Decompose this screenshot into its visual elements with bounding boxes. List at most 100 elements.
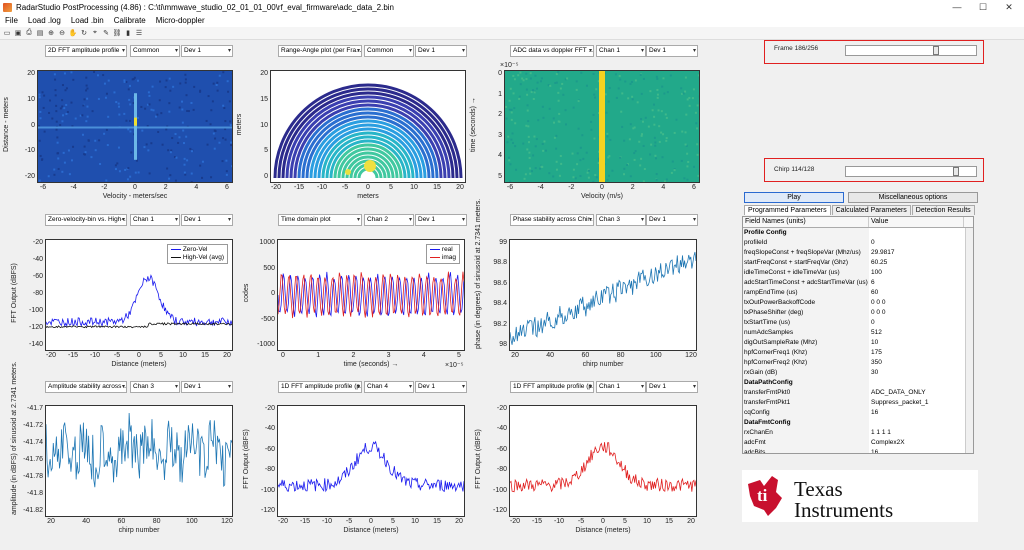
dropdown-p1a[interactable]: 2D FFT amplitude profile ▾: [45, 45, 127, 57]
table-row[interactable]: transferFmtPkt0 ADC_DATA_ONLY: [743, 388, 973, 398]
heatmap-cell: [526, 109, 529, 112]
rotate-icon[interactable]: ↻: [79, 28, 89, 38]
print-icon[interactable]: ⎙: [24, 28, 34, 38]
tab-programmed-parameters[interactable]: Programmed Parameters: [744, 205, 831, 215]
plot-p5[interactable]: real imag: [277, 239, 465, 351]
heatmap-cell: [91, 110, 94, 113]
dropdown-p5a[interactable]: Time domain plot ▾: [278, 214, 362, 226]
dropdown-p7b[interactable]: Chan 3 ▾: [130, 381, 180, 393]
table-row[interactable]: digOutSampleRate (Mhz) 10: [743, 338, 973, 348]
dropdown-p1c[interactable]: Dev 1 ▾: [181, 45, 233, 57]
play-button[interactable]: Play: [744, 192, 844, 203]
dropdown-p3b[interactable]: Chan 1 ▾: [596, 45, 646, 57]
dropdown-p8c[interactable]: Dev 1 ▾: [415, 381, 467, 393]
chirp-slider[interactable]: [845, 166, 977, 177]
y-tick-label: 500: [263, 264, 275, 272]
y-tick-label: -60: [496, 445, 507, 453]
plot-p2[interactable]: [270, 70, 466, 183]
table-row[interactable]: cqConfig 16: [743, 408, 973, 418]
table-row[interactable]: rxGain (dB) 30: [743, 368, 973, 378]
plot-p7[interactable]: [45, 405, 233, 517]
maximize-button[interactable]: ☐: [970, 0, 996, 14]
menu-micro-doppler[interactable]: Micro-doppler: [151, 16, 210, 25]
table-row[interactable]: txStartTime (us) 0: [743, 318, 973, 328]
table-row[interactable]: DataPathConfig: [743, 378, 973, 388]
zoom-out-icon[interactable]: ⊖: [57, 28, 67, 38]
table-row[interactable]: numAdcSamples 512: [743, 328, 973, 338]
table-scrollbar[interactable]: [965, 228, 973, 453]
save-icon[interactable]: ▣: [13, 28, 23, 38]
plot-p3[interactable]: [504, 70, 700, 183]
dropdown-p4b[interactable]: Chan 1 ▾: [130, 214, 180, 226]
dropdown-p2c[interactable]: Dev 1 ▾: [415, 45, 467, 57]
table-row[interactable]: txOutPowerBackoffCode 0 0 0: [743, 298, 973, 308]
table-row[interactable]: adcBits 16: [743, 448, 973, 453]
tab-calculated-parameters[interactable]: Calculated Parameters: [831, 205, 911, 215]
table-row[interactable]: DataFmtConfig: [743, 418, 973, 428]
brush-icon[interactable]: ✎: [101, 28, 111, 38]
dropdown-p6a[interactable]: Phase stability across Chir... ▾: [510, 214, 594, 226]
misc-options-button[interactable]: Miscellaneous options: [848, 192, 978, 203]
dropdown-p7c[interactable]: Dev 1 ▾: [181, 381, 233, 393]
heatmap-cell: [607, 100, 610, 103]
zoom-in-icon[interactable]: ⊕: [46, 28, 56, 38]
plot-p6[interactable]: [509, 239, 697, 351]
dropdown-p5c[interactable]: Dev 1 ▾: [415, 214, 467, 226]
dropdown-p5b[interactable]: Chan 2 ▾: [364, 214, 414, 226]
table-row[interactable]: startFreqConst + startFreqVar (Ghz) 60.25: [743, 258, 973, 268]
open-icon[interactable]: ▤: [35, 28, 45, 38]
frame-slider-thumb[interactable]: [933, 46, 939, 55]
dropdown-p2b[interactable]: Common ▾: [364, 45, 414, 57]
menu-file[interactable]: File: [0, 16, 23, 25]
table-row[interactable]: freqSlopeConst + freqSlopeVar (Mhz/us) 29…: [743, 248, 973, 258]
pan-icon[interactable]: ✋: [68, 28, 78, 38]
minimize-button[interactable]: —: [944, 0, 970, 14]
insert-colorbar-icon[interactable]: ▮: [123, 28, 133, 38]
new-file-icon[interactable]: ▭: [2, 28, 12, 38]
menu-calibrate[interactable]: Calibrate: [109, 16, 151, 25]
chirp-slider-thumb[interactable]: [953, 167, 959, 176]
dropdown-p9c[interactable]: Dev 1 ▾: [646, 381, 698, 393]
dropdown-p1b[interactable]: Common ▾: [130, 45, 180, 57]
menu-load-log[interactable]: Load .log: [23, 16, 66, 25]
x-tick-label: 10: [410, 184, 418, 191]
dropdown-p2a[interactable]: Range-Angle plot (per Fra... ▾: [278, 45, 362, 57]
heatmap-cell: [206, 143, 209, 146]
insert-legend-icon[interactable]: ☰: [134, 28, 144, 38]
dropdown-p6c[interactable]: Dev 1 ▾: [646, 214, 698, 226]
dropdown-p7a[interactable]: Amplitude stability across ... ▾: [45, 381, 127, 393]
table-row[interactable]: rxChanEn 1 1 1 1: [743, 428, 973, 438]
dropdown-p8b[interactable]: Chan 4 ▾: [364, 381, 414, 393]
tab-detection-results[interactable]: Detection Results: [911, 205, 975, 215]
menu-load-bin[interactable]: Load .bin: [66, 16, 109, 25]
plot-p8[interactable]: [277, 405, 465, 517]
plot-p4[interactable]: Zero-Vel High-Vel (avg): [45, 239, 233, 351]
frame-slider[interactable]: [845, 45, 977, 56]
data-cursor-icon[interactable]: ⌖: [90, 28, 100, 38]
table-row[interactable]: hpfCornerFreq2 (Khz) 350: [743, 358, 973, 368]
dropdown-p8a[interactable]: 1D FFT amplitude profile (p... ▾: [278, 381, 362, 393]
table-row[interactable]: hpfCornerFreq1 (Khz) 175: [743, 348, 973, 358]
y-tick-label: -60: [32, 273, 43, 280]
table-row[interactable]: txPhaseShifter (deg) 0 0 0: [743, 308, 973, 318]
dropdown-p9b[interactable]: Chan 1 ▾: [596, 381, 646, 393]
table-row[interactable]: profileId 0: [743, 238, 973, 248]
plot-p1[interactable]: [37, 70, 233, 183]
dropdown-p4a[interactable]: Zero-velocity-bin vs. High-... ▾: [45, 214, 127, 226]
dropdown-p6b[interactable]: Chan 3 ▾: [596, 214, 646, 226]
table-row[interactable]: idleTimeConst + idleTimeVar (us) 100: [743, 268, 973, 278]
dropdown-p9a[interactable]: 1D FFT amplitude profile (p... ▾: [510, 381, 594, 393]
heatmap-cell: [525, 72, 528, 75]
close-button[interactable]: ✕: [996, 0, 1022, 14]
dropdown-p3c[interactable]: Dev 1 ▾: [646, 45, 698, 57]
table-row[interactable]: rampEndTime (us) 60: [743, 288, 973, 298]
plot-p9[interactable]: [509, 405, 697, 517]
table-row[interactable]: adcStartTimeConst + adcStartTimeVar (us)…: [743, 278, 973, 288]
table-row[interactable]: transferFmtPkt1 Suppress_packet_1: [743, 398, 973, 408]
link-icon[interactable]: ⛓: [112, 28, 122, 38]
dropdown-p3a[interactable]: ADC data vs doppler FFT ... ▾: [510, 45, 594, 57]
dropdown-p4c[interactable]: Dev 1 ▾: [181, 214, 233, 226]
table-row[interactable]: adcFmt Complex2X: [743, 438, 973, 448]
table-row[interactable]: Profile Config: [743, 228, 973, 238]
x-tick-label: -20: [45, 352, 57, 359]
